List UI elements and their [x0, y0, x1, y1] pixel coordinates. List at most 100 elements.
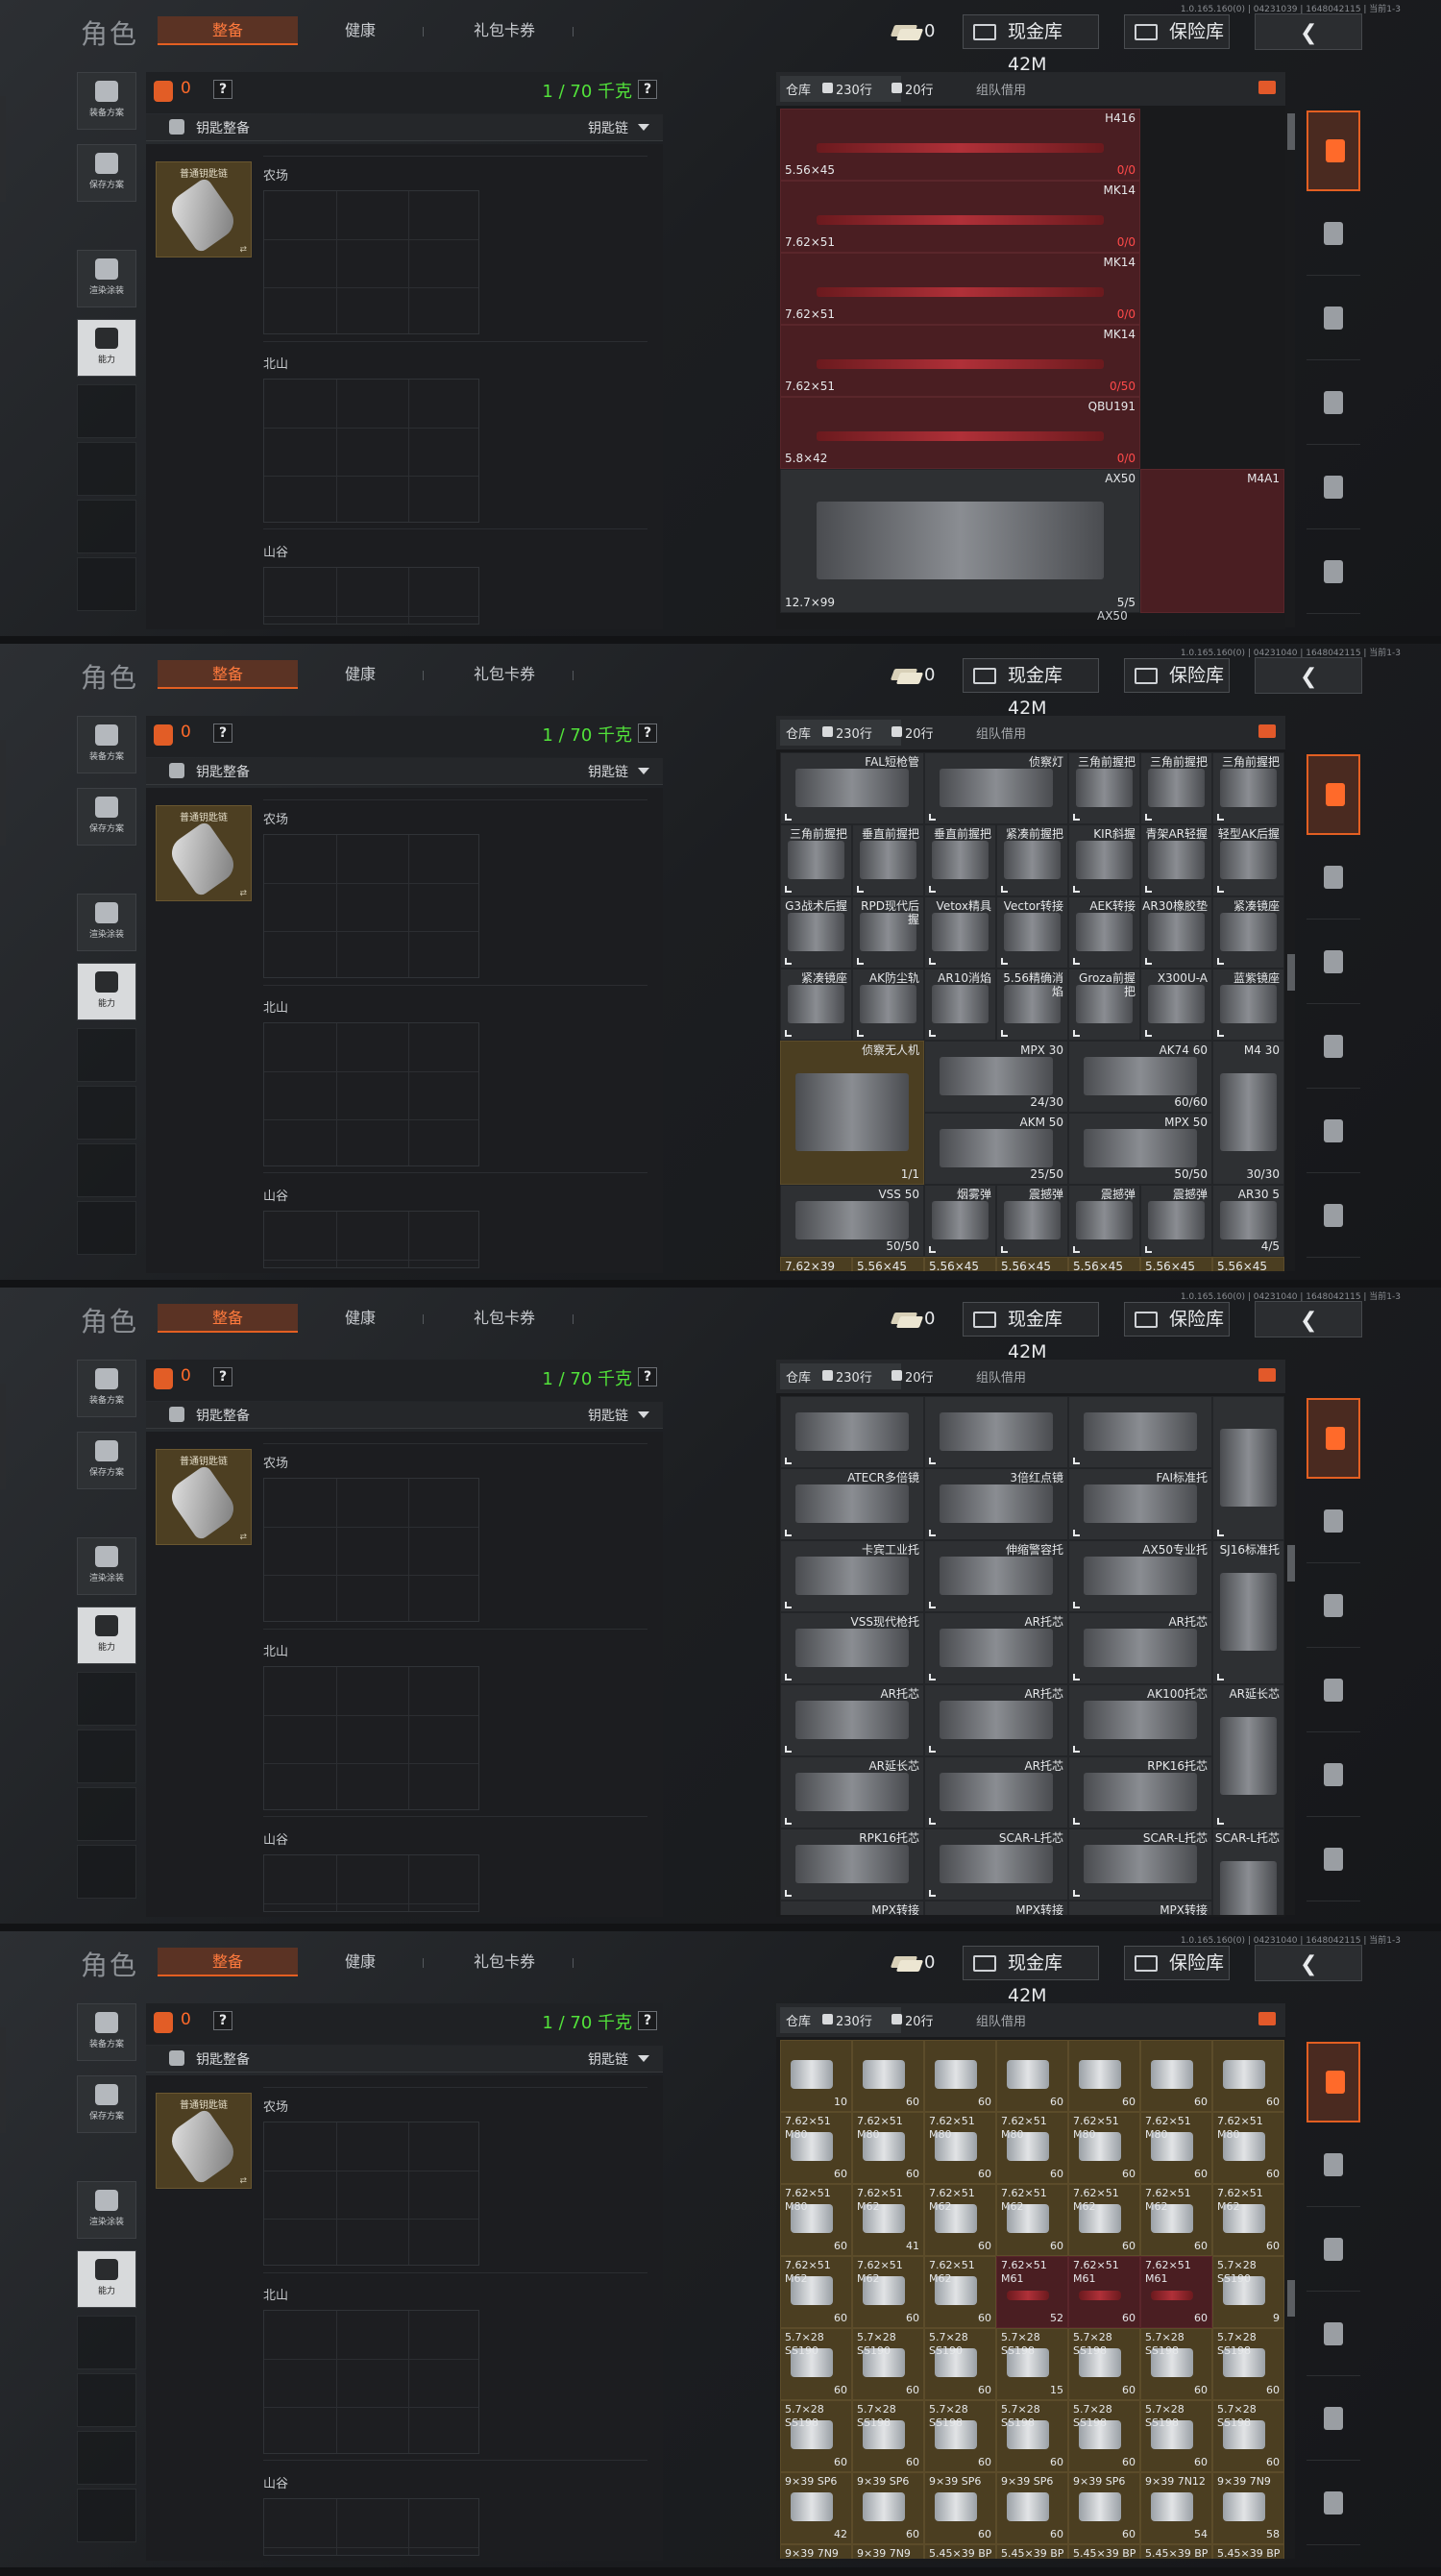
- ammo-cell[interactable]: 7.62×51 M62 60: [1212, 2184, 1284, 2256]
- inventory-item[interactable]: 垂直前握把: [924, 824, 996, 896]
- back-button[interactable]: ❮: [1255, 657, 1362, 694]
- ammo-cell[interactable]: 9×39 7N960: [780, 2544, 852, 2559]
- cash-vault-button[interactable]: 现金库 42M: [963, 1302, 1099, 1362]
- inventory-item[interactable]: AEK转接: [1068, 896, 1140, 969]
- inventory-item[interactable]: MPX转接: [780, 1901, 924, 1915]
- tab-2[interactable]: 礼包卡券: [452, 660, 557, 689]
- ammo-cell[interactable]: 5.45×39 BP60: [924, 2544, 996, 2559]
- inventory-item[interactable]: MPX转接: [1068, 1901, 1212, 1915]
- ammo-cell[interactable]: 5.7×28 SS190 9: [1212, 2256, 1284, 2328]
- inventory-item[interactable]: [1068, 1396, 1212, 1468]
- side-button-3[interactable]: 能力: [77, 319, 136, 377]
- ammo-cell[interactable]: 7.62×51 M62 60: [924, 2184, 996, 2256]
- safe-vault-button[interactable]: 保险库: [1124, 1302, 1230, 1337]
- ammo-cell[interactable]: 5.45×39 BP60: [1212, 2544, 1284, 2559]
- ammo-cell[interactable]: 7.62×51 M80 60: [852, 2112, 924, 2184]
- left-edge-handle[interactable]: [0, 1384, 6, 1489]
- side-button-3[interactable]: 能力: [77, 1607, 136, 1664]
- tab-2[interactable]: 礼包卡券: [452, 16, 557, 45]
- side-button-3[interactable]: 能力: [77, 2250, 136, 2308]
- category-all-items[interactable]: [1307, 1398, 1360, 1479]
- inventory-item[interactable]: VSS 50 50/50: [780, 1185, 924, 1257]
- ammo-cell[interactable]: 7.62×51 M80 60: [780, 2112, 852, 2184]
- tab-1[interactable]: 健康: [317, 1304, 403, 1333]
- inventory-item[interactable]: M4 30 30/30: [1212, 1041, 1284, 1185]
- inventory-item[interactable]: 三角前握把: [780, 824, 852, 896]
- ammo-cell[interactable]: 9×39 SP6 60: [852, 2472, 924, 2544]
- ammo-cell[interactable]: 7.62×39: [780, 1257, 852, 1271]
- cash-vault-button[interactable]: 现金库 42M: [963, 14, 1099, 75]
- side-button-1[interactable]: 保存方案: [77, 1432, 136, 1489]
- inventory-item[interactable]: 震撼弹: [1068, 1185, 1140, 1257]
- key-chain-dropdown[interactable]: 钥匙链: [588, 2049, 628, 2069]
- tab-0[interactable]: 整备: [158, 16, 298, 45]
- ammo-cell[interactable]: 5.7×28 SS198 60: [924, 2400, 996, 2472]
- left-edge-handle[interactable]: [0, 740, 6, 846]
- category-rifle[interactable]: [1307, 2211, 1360, 2292]
- side-button-2[interactable]: 渲染涂装: [77, 2181, 136, 2239]
- ammo-cell[interactable]: 5.7×28 SS198 60: [1068, 2400, 1140, 2472]
- help-icon[interactable]: ?: [213, 1367, 232, 1386]
- side-button-0[interactable]: 装备方案: [77, 2003, 136, 2061]
- cash-vault-button[interactable]: 现金库 42M: [963, 1946, 1099, 2006]
- key-row[interactable]: 钥匙整备 钥匙链: [146, 114, 663, 141]
- key-slot-grid[interactable]: [263, 1854, 479, 1912]
- ammo-cell[interactable]: 60: [924, 2040, 996, 2112]
- key-row[interactable]: 钥匙整备 钥匙链: [146, 1402, 663, 1429]
- ammo-cell[interactable]: 7.62×51 M80 60: [780, 2184, 852, 2256]
- scroll-thumb[interactable]: [1287, 954, 1295, 991]
- ammo-cell[interactable]: 5.56×45: [852, 1257, 924, 1271]
- inventory-item[interactable]: 紧凑镜座: [780, 969, 852, 1041]
- key-slot-grid[interactable]: [263, 2122, 479, 2266]
- ammo-cell[interactable]: 60: [1140, 2040, 1212, 2112]
- ammo-cell[interactable]: 5.56×45: [1140, 1257, 1212, 1271]
- inventory-item[interactable]: ATECR多倍镜: [780, 1468, 924, 1540]
- ammo-cell[interactable]: 5.7×28 SS198 15: [996, 2328, 1068, 2400]
- side-button-2[interactable]: 渲染涂装: [77, 894, 136, 951]
- inventory-item[interactable]: MPX 30 24/30: [924, 1041, 1068, 1113]
- warehouse-scrollbar[interactable]: [1285, 2040, 1295, 2559]
- ammo-cell[interactable]: 5.7×28 SS198 60: [1212, 2400, 1284, 2472]
- key-slot-grid[interactable]: [263, 379, 479, 523]
- help-icon[interactable]: ?: [213, 724, 232, 743]
- inventory-item[interactable]: RPD现代后握: [852, 896, 924, 969]
- ammo-cell[interactable]: 9×39 7N12 54: [1140, 2472, 1212, 2544]
- weapon-slot[interactable]: MK14 7.62×51 0/0: [780, 253, 1140, 325]
- left-edge-handle[interactable]: [0, 2027, 6, 2133]
- inventory-item[interactable]: 青架AR轻握: [1140, 824, 1212, 896]
- inventory-item[interactable]: AR托芯: [1068, 1612, 1212, 1684]
- ammo-cell[interactable]: 60: [996, 2040, 1068, 2112]
- key-chain-dropdown[interactable]: 钥匙链: [588, 118, 628, 137]
- ammo-cell[interactable]: 7.62×51 M62 60: [1140, 2184, 1212, 2256]
- ammo-cell[interactable]: 5.7×28 SS198 60: [1212, 2328, 1284, 2400]
- key-row[interactable]: 钥匙整备 钥匙链: [146, 758, 663, 785]
- ammo-cell[interactable]: 5.7×28 SS198 60: [1140, 2400, 1212, 2472]
- inventory-item[interactable]: AR10消焰: [924, 969, 996, 1041]
- ammo-cell[interactable]: 5.45×39 BP60: [1068, 2544, 1140, 2559]
- inventory-item[interactable]: 三角前握把: [1068, 752, 1140, 824]
- inventory-item[interactable]: 伸缩警容托: [924, 1540, 1068, 1612]
- category-rifle[interactable]: [1307, 923, 1360, 1004]
- category-gear[interactable]: [1307, 533, 1360, 614]
- key-slot-grid[interactable]: [263, 2310, 479, 2454]
- inventory-item[interactable]: MPX 50 50/50: [1068, 1113, 1212, 1185]
- ammo-cell[interactable]: 5.7×28 SS190 60: [924, 2328, 996, 2400]
- key-slot-grid[interactable]: [263, 1211, 479, 1268]
- ammo-cell[interactable]: 5.7×28 SS198 60: [852, 2400, 924, 2472]
- inventory-item[interactable]: AR延长芯: [1212, 1684, 1284, 1828]
- inventory-item[interactable]: SCAR-L托芯: [1068, 1828, 1212, 1901]
- warehouse-scrollbar[interactable]: [1285, 109, 1295, 627]
- inventory-item[interactable]: KIR斜握: [1068, 824, 1140, 896]
- inventory-item[interactable]: [1212, 1396, 1284, 1540]
- category-attachment[interactable]: [1307, 449, 1360, 529]
- inventory-item[interactable]: 三角前握把: [1140, 752, 1212, 824]
- ammo-cell[interactable]: 7.62×51 M80 60: [1140, 2112, 1212, 2184]
- category-backpack[interactable]: [1307, 2126, 1360, 2207]
- inventory-item[interactable]: 5.56精确消焰: [996, 969, 1068, 1041]
- key-chain-item[interactable]: 普通钥匙链 ⇄: [156, 805, 252, 901]
- inventory-item[interactable]: AR托芯: [780, 1684, 924, 1756]
- inventory-item[interactable]: AR30橡胶垫: [1140, 896, 1212, 969]
- ammo-cell[interactable]: 7.62×51 M62 60: [1068, 2184, 1140, 2256]
- help-icon[interactable]: ?: [213, 80, 232, 99]
- tab-0[interactable]: 整备: [158, 660, 298, 689]
